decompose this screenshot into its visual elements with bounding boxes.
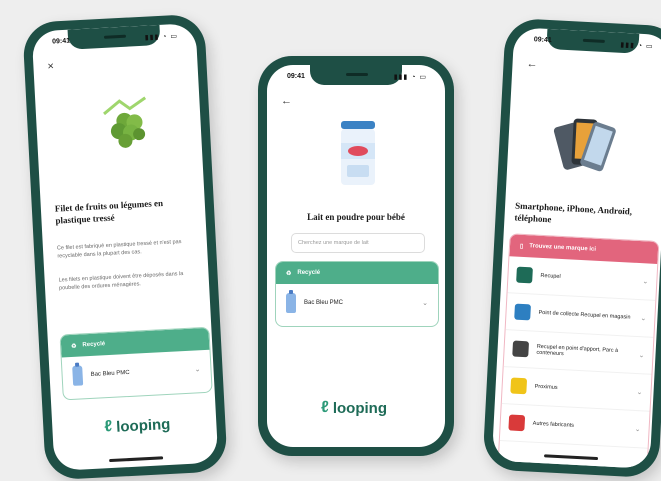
brand-logo-icon [514,303,531,321]
looping-logo-text: looping [332,399,387,417]
looping-logo-mark-icon: ℓ [103,417,113,436]
looping-logo-mark-icon: ℓ [321,399,329,416]
recycling-card-title: Recyclé [82,341,106,349]
phone-icon: ▯ [519,243,524,250]
brand-logo-icon [516,266,533,284]
chevron-down-icon: ⌄ [638,352,645,360]
chevron-down-icon: ⌄ [636,389,643,397]
recycling-card-title: Recyclé [297,270,321,276]
back-arrow-icon[interactable]: ← [526,58,538,71]
chevron-down-icon: ⌄ [422,300,428,307]
page-title: Filet de fruits ou légumes en plastique … [54,197,164,226]
status-time: 09:41 [533,36,552,45]
looping-logo: ℓ looping [104,415,171,436]
bin-label: Bac Bleu PMC [90,369,130,378]
brand-label: Autres fabricants [532,420,575,429]
description-1: Ce filet est fabriqué en plastique tress… [56,239,182,260]
brand-list-title: Trouvez une marque ici [529,243,597,253]
status-icons: ▮▮▮ ◔ ▭ [144,32,179,42]
phone-screen-left: 09:41 ▮▮▮ ◔ ▭ × Filet de fruits ou légum… [31,23,219,471]
brand-label: Proximus [534,383,558,391]
status-icons: ▮▮▮ ◔ ▭ [393,74,427,81]
smartphones-image [553,118,616,172]
recycling-card-header: ♻ Recyclé [276,262,438,284]
recycling-card[interactable]: ♻ Recyclé Bac Bleu PMC ⌄ [275,261,439,327]
bin-row[interactable]: Bac Bleu PMC ⌄ [276,284,438,322]
recycle-icon: ♻ [70,343,77,350]
status-time: 09:41 [287,73,305,80]
milk-powder-image [341,121,375,185]
home-indicator [109,456,164,463]
phone-frame-right: 09:41 ▮▮▮ ◔ ▭ ← Smartphone, iPhone, Andr… [482,17,661,479]
recycling-card[interactable]: ♻ Recyclé Bac Bleu PMC ⌄ [59,326,213,401]
brand-logo-icon [510,377,528,395]
bottle-icon [286,290,296,313]
page-title: Smartphone, iPhone, Android, téléphone [514,200,633,225]
search-input[interactable]: Cherchez une marque de lait [291,233,425,253]
looping-logo: ℓ looping [321,399,387,417]
fruit-net-image [103,96,147,148]
status-icons: ▮▮▮ ◔ ▭ [620,41,654,51]
status-time: 09:41 [51,37,71,46]
description-2: Les filets en plastique doivent être dép… [58,270,184,292]
brand-row[interactable]: Autres fabricants ⌄ [499,404,650,449]
bottle-icon [72,365,84,386]
chevron-down-icon: ⌄ [642,278,649,286]
page-title: Lait en poudre pour bébé [307,212,405,222]
brand-label: Point de collecte Recupel en magasin [538,309,631,321]
recycle-icon: ♻ [286,270,292,277]
bin-label: Bac Bleu PMC [304,300,344,306]
phone-screen-right: 09:41 ▮▮▮ ◔ ▭ ← Smartphone, iPhone, Andr… [491,27,661,469]
phone-screen-center: 09:41 ▮▮▮ ◔ ▭ ← Lait en poudre pour bébé… [267,65,445,447]
chevron-down-icon: ⌄ [640,315,647,323]
brand-list-card: ▯ Trouvez une marque ici Recupel ⌄ Point… [497,233,660,469]
bin-row[interactable]: Bac Bleu PMC ⌄ [62,350,212,396]
phone-frame-center: 09:41 ▮▮▮ ◔ ▭ ← Lait en poudre pour bébé… [258,56,454,456]
brand-label: Recupel en point d'apport, Parc à conten… [536,343,619,358]
brand-logo-icon [508,414,526,432]
brand-logo-icon [512,340,530,358]
looping-logo-text: looping [115,415,171,436]
back-arrow-icon[interactable]: ← [281,95,292,107]
close-icon[interactable]: × [47,60,54,72]
phone-notch [310,65,402,85]
phone-frame-left: 09:41 ▮▮▮ ◔ ▭ × Filet de fruits ou légum… [22,13,228,481]
chevron-down-icon: ⌄ [634,426,641,434]
brand-label: Recupel [540,272,561,280]
chevron-down-icon: ⌄ [194,366,201,374]
